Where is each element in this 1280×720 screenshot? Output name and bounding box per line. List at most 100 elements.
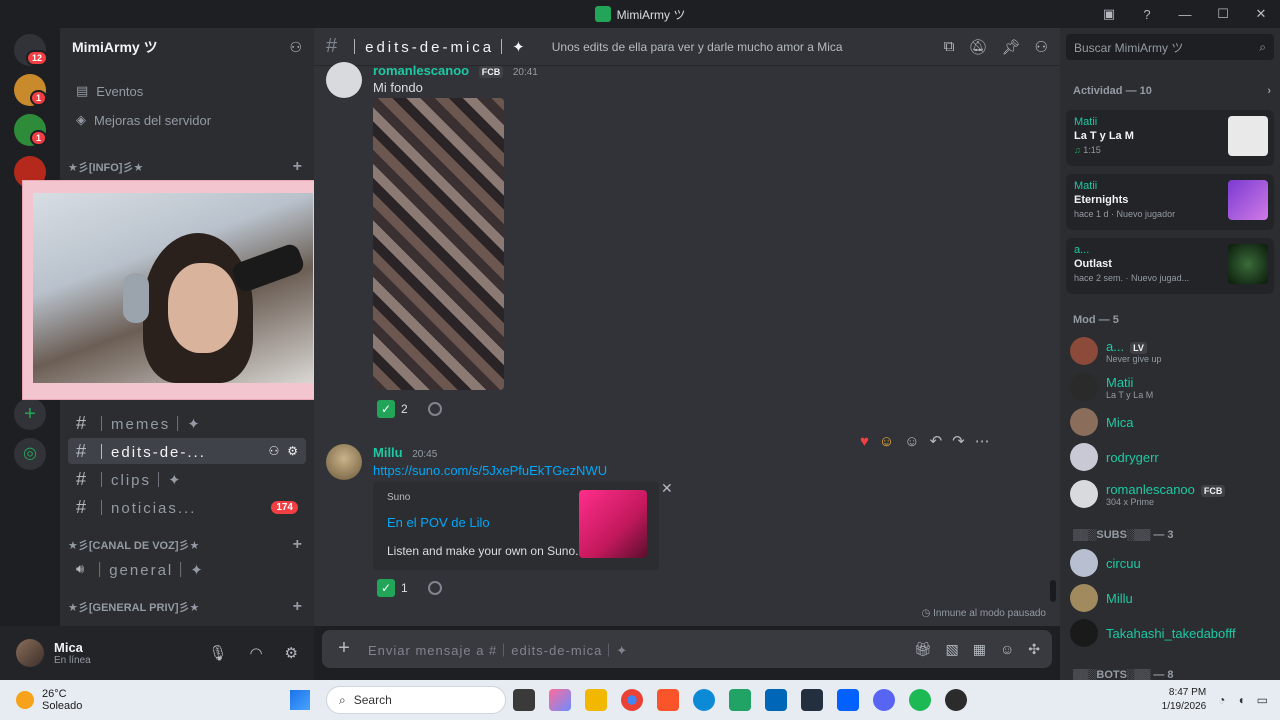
search-input[interactable]: Buscar MimiArmy ツ ⌕ bbox=[1066, 34, 1274, 60]
forward-icon[interactable]: ↷ bbox=[952, 432, 965, 450]
activity-meta-text: hace 1 d bbox=[1074, 209, 1109, 219]
chat-messages: romanlescanoo FCB 20:41 Mi fondo ✓ 2 ♥ ☺… bbox=[314, 62, 1060, 626]
spotify-icon[interactable] bbox=[909, 689, 931, 711]
pin-icon[interactable]: 📌︎ bbox=[1002, 38, 1021, 56]
brave-icon[interactable] bbox=[657, 689, 679, 711]
edge-icon[interactable] bbox=[693, 689, 715, 711]
message-input[interactable]: Enviar mensaje a #｜edits-de-mica｜✦ bbox=[368, 640, 900, 659]
reaction[interactable]: ✓ 2 bbox=[377, 398, 442, 420]
member-item[interactable]: rodrygerr bbox=[1070, 441, 1270, 473]
discord-icon[interactable] bbox=[873, 689, 895, 711]
member-item[interactable]: Millu bbox=[1070, 582, 1270, 614]
system-clock[interactable]: 8:47 PM 1/19/2026 bbox=[1162, 686, 1219, 714]
battery-icon[interactable]: ▭ bbox=[1257, 693, 1268, 707]
gear-icon[interactable]: ⚙ bbox=[287, 444, 298, 458]
microphone-icon[interactable]: 🎙︎ bbox=[208, 644, 227, 662]
minimize-button[interactable]: — bbox=[1166, 0, 1204, 28]
weather-desc: Soleado bbox=[42, 700, 83, 712]
member-list-icon[interactable]: ⚇ bbox=[1035, 38, 1048, 56]
store-icon[interactable] bbox=[765, 689, 787, 711]
avatar[interactable] bbox=[326, 444, 362, 480]
gear-icon[interactable]: ⚙ bbox=[285, 644, 298, 662]
channel-noticias[interactable]: # ｜noticias... 174 bbox=[68, 494, 306, 520]
emoji-icon[interactable]: ☺ bbox=[1000, 641, 1014, 658]
member-item[interactable]: Matii La T y La M bbox=[1070, 371, 1270, 403]
voice-channel-general[interactable]: 🔊︎ ｜general｜✦ bbox=[68, 556, 306, 582]
inbox-icon[interactable]: ▣ bbox=[1090, 0, 1128, 28]
apps-icon[interactable]: ✣ bbox=[1028, 641, 1040, 658]
heart-reaction-icon[interactable]: ♥ bbox=[860, 433, 869, 450]
member-item[interactable]: Mica bbox=[1070, 406, 1270, 438]
embed-thumbnail[interactable] bbox=[579, 490, 647, 558]
amazon-icon[interactable] bbox=[801, 689, 823, 711]
reply-icon[interactable]: ↶ bbox=[930, 432, 943, 450]
channel-edits-de-mica[interactable]: # ｜edits-de-... ⚇ ⚙ bbox=[68, 438, 306, 464]
slowmode-note: ◷ Inmune al modo pausado bbox=[922, 608, 1046, 619]
member-item[interactable]: circuu bbox=[1070, 547, 1270, 579]
chat-header: # ｜edits-de-mica｜✦ Unos edits de ella pa… bbox=[314, 28, 1060, 66]
member-item[interactable]: a... LV Never give up bbox=[1070, 335, 1270, 367]
star-eyes-reaction-icon[interactable]: ☺ bbox=[879, 433, 894, 450]
add-channel-icon[interactable]: + bbox=[293, 536, 302, 554]
weather-widget[interactable]: 26°C Soleado bbox=[0, 688, 290, 712]
avatar[interactable] bbox=[326, 62, 362, 98]
activity-card[interactable]: a... Outlast hace 2 sem. · Nuevo jugad..… bbox=[1066, 238, 1274, 294]
emoji-picker-icon[interactable]: ☺ bbox=[904, 433, 919, 450]
scrollbar[interactable] bbox=[1050, 580, 1056, 602]
copilot-icon[interactable] bbox=[549, 689, 571, 711]
add-reaction-icon[interactable] bbox=[427, 402, 442, 416]
category-general-priv[interactable]: ★彡[GENERAL PRIV]彡★ + bbox=[68, 597, 302, 617]
discover-icon[interactable]: ◎ bbox=[14, 438, 46, 470]
add-channel-icon[interactable]: + bbox=[293, 598, 302, 616]
volume-icon[interactable]: ◖ bbox=[1237, 693, 1244, 707]
taskbar-search[interactable]: ⌕ Search bbox=[326, 686, 506, 714]
image-attachment[interactable] bbox=[373, 98, 504, 390]
message-link[interactable]: https://suno.com/s/5JxePfuEkTGezNWU bbox=[373, 463, 607, 478]
add-reaction-icon[interactable] bbox=[427, 581, 442, 595]
channel-topic[interactable]: Unos edits de ella para ver y darle much… bbox=[552, 40, 843, 54]
sidebar-item-events[interactable]: ▤ Eventos bbox=[68, 78, 306, 104]
webcam-feed bbox=[33, 193, 313, 383]
dropbox-icon[interactable] bbox=[837, 689, 859, 711]
reaction[interactable]: ✓ 1 bbox=[377, 577, 442, 599]
message-author[interactable]: romanlescanoo bbox=[373, 63, 469, 78]
invite-icon[interactable]: ⚇ bbox=[289, 39, 302, 56]
activity-card[interactable]: Matii Eternights hace 1 d · Nuevo jugado… bbox=[1066, 174, 1274, 230]
file-explorer-icon[interactable] bbox=[585, 689, 607, 711]
wifi-icon[interactable]: ◔ bbox=[1218, 693, 1225, 707]
category-voice[interactable]: ★彡[CANAL DE VOZ]彡★ + bbox=[68, 535, 302, 555]
help-icon[interactable]: ? bbox=[1128, 0, 1166, 28]
notifications-muted-icon[interactable]: 🔕︎ bbox=[968, 38, 987, 56]
app-icon[interactable] bbox=[945, 689, 967, 711]
add-server-icon[interactable]: + bbox=[14, 398, 46, 430]
maximize-button[interactable]: ☐ bbox=[1204, 0, 1242, 28]
add-member-icon[interactable]: ⚇ bbox=[268, 444, 279, 458]
channel-clips[interactable]: # ｜clips｜✦ bbox=[68, 466, 306, 492]
windows-start-icon[interactable] bbox=[290, 690, 310, 710]
gif-icon[interactable]: ▧ bbox=[946, 641, 959, 658]
sidebar-item-boosts[interactable]: ◈ Mejoras del servidor bbox=[68, 107, 306, 133]
activity-header[interactable]: Actividad — 10 › bbox=[1073, 85, 1271, 97]
sticker-icon[interactable]: ▦ bbox=[973, 641, 986, 658]
close-button[interactable]: ✕ bbox=[1242, 0, 1280, 28]
add-channel-icon[interactable]: + bbox=[293, 158, 302, 176]
gift-icon[interactable]: 🎁︎ bbox=[914, 641, 932, 658]
threads-icon[interactable]: ⧉ bbox=[944, 38, 955, 56]
attach-icon[interactable]: + bbox=[334, 638, 354, 659]
task-view-icon[interactable] bbox=[513, 689, 535, 711]
close-embed-icon[interactable]: ✕ bbox=[661, 480, 673, 497]
channel-memes[interactable]: # ｜memes｜✦ bbox=[68, 410, 306, 436]
server-name: MimiArmy ツ bbox=[72, 39, 158, 55]
avatar[interactable] bbox=[16, 639, 44, 667]
chrome-icon[interactable] bbox=[621, 689, 643, 711]
activity-card[interactable]: Matii La T y La M ♫ 1:15 bbox=[1066, 110, 1274, 166]
headphones-icon[interactable]: ◠ bbox=[249, 644, 262, 662]
member-item[interactable]: Takahashi_takedabofff bbox=[1070, 617, 1270, 649]
category-info[interactable]: ★彡[INFO]彡★ + bbox=[68, 157, 302, 177]
user-name: Mica bbox=[54, 640, 83, 655]
message-author[interactable]: Millu bbox=[373, 445, 403, 460]
server-header[interactable]: MimiArmy ツ ⚇ bbox=[60, 28, 314, 66]
app-icon[interactable] bbox=[729, 689, 751, 711]
more-icon[interactable]: ⋯ bbox=[975, 432, 990, 450]
member-item[interactable]: romanlescanoo FCB 304 x Prime bbox=[1070, 478, 1270, 510]
